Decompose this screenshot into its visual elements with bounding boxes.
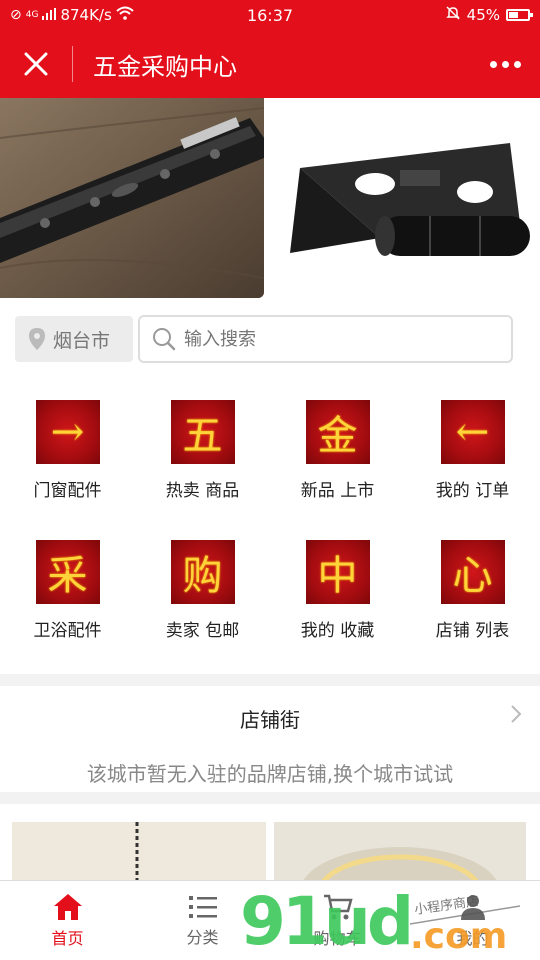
nav-home[interactable]: 首页: [0, 881, 135, 960]
drawer-slide-image: [0, 98, 264, 298]
status-right: 45%: [360, 5, 533, 25]
grid-item-door-window-parts[interactable]: → 门窗配件: [0, 384, 135, 514]
grid-item-label: 店铺 列表: [435, 621, 510, 641]
watermark-logo: 91ud .com 小程序商店: [240, 883, 530, 960]
grid-item-new-arrivals[interactable]: 金 新品 上市: [270, 384, 405, 514]
clock: 16:37: [246, 5, 294, 25]
search-input[interactable]: [184, 328, 484, 350]
city-selector[interactable]: 烟台市: [15, 316, 133, 362]
list-icon: [188, 895, 217, 918]
shop-street-section[interactable]: 店铺街 该城市暂无入驻的品牌店铺,换个城市试试: [0, 686, 540, 792]
purchase-glyph-icon: 采: [35, 540, 100, 604]
city-name: 烟台市: [53, 329, 111, 352]
grid-item-label: 门窗配件: [33, 481, 102, 501]
more-dot-icon: [513, 60, 521, 68]
nav-category-label: 分类: [186, 927, 219, 947]
wifi-icon: [116, 6, 134, 24]
close-button[interactable]: [0, 30, 72, 98]
grid-item-free-shipping[interactable]: 购 卖家 包邮: [135, 524, 270, 654]
page-title: 五金采购中心: [93, 52, 237, 81]
center-glyph-icon: 中: [305, 540, 370, 604]
signal-icon: [42, 6, 57, 24]
banner-carousel[interactable]: [0, 98, 540, 298]
more-button[interactable]: [470, 30, 540, 98]
more-dot-icon: [489, 60, 497, 68]
grid-item-my-orders[interactable]: ← 我的 订单: [405, 384, 540, 514]
search-icon: [153, 328, 176, 351]
pendant-lamp-image: [12, 822, 266, 882]
grid-item-label: 我的 收藏: [300, 621, 375, 641]
more-dot-icon: [501, 60, 509, 68]
hinge-image: [270, 98, 540, 298]
status-bar: ⊘ 4G 874K/s 16:37 45%: [0, 0, 540, 30]
product-card[interactable]: [12, 822, 266, 882]
net-speed: 874K/s: [60, 6, 112, 24]
grid-item-label: 卖家 包邮: [165, 621, 240, 641]
grid-item-shop-list[interactable]: 心 店铺 列表: [405, 524, 540, 654]
mute-bell-icon: [445, 5, 461, 25]
no-disturb-icon: ⊘: [10, 7, 22, 23]
five-glyph-icon: 五: [170, 400, 235, 464]
grid-item-label: 新品 上市: [300, 481, 375, 501]
banner-slide-hinge[interactable]: [270, 98, 540, 298]
title-divider: [72, 46, 73, 82]
battery-icon: [506, 9, 533, 21]
svg-text:91ud: 91ud: [240, 886, 410, 956]
grid-item-my-favorites[interactable]: 中 我的 收藏: [270, 524, 405, 654]
heart-glyph-icon: 心: [440, 540, 505, 604]
grid-item-bathroom-parts[interactable]: 采 卫浴配件: [0, 524, 135, 654]
network-type: 4G: [25, 10, 39, 20]
close-icon: [24, 52, 48, 76]
search-area: 烟台市: [0, 298, 540, 384]
battery-percent: 45%: [466, 6, 500, 24]
banner-slide-drawer-slide[interactable]: [0, 98, 264, 298]
category-grid: → 门窗配件 五 热卖 商品 金 新品 上市 ← 我的 订单 采 卫浴配件 购 …: [0, 384, 540, 674]
watermark-logo-image: 91ud .com 小程序商店: [240, 883, 521, 960]
grid-item-label: 我的 订单: [435, 481, 510, 501]
location-pin-icon: [29, 328, 45, 350]
grid-item-label: 卫浴配件: [33, 621, 102, 641]
status-left: ⊘ 4G 874K/s: [10, 6, 180, 24]
left-arrow-icon: ←: [440, 400, 505, 464]
gold-glyph-icon: 金: [305, 400, 370, 464]
search-box[interactable]: [138, 315, 513, 363]
home-icon: [53, 893, 82, 920]
product-list: [0, 804, 540, 937]
ceiling-lamp-image: [274, 822, 526, 937]
shop-street-title: 店铺街: [240, 708, 300, 732]
shop-empty-message: 该城市暂无入驻的品牌店铺,换个城市试试: [86, 762, 454, 786]
grid-item-hot-products[interactable]: 五 热卖 商品: [135, 384, 270, 514]
buy-glyph-icon: 购: [170, 540, 235, 604]
title-bar: 五金采购中心: [0, 30, 540, 98]
chevron-right-icon[interactable]: [510, 704, 522, 730]
nav-home-label: 首页: [51, 928, 84, 948]
grid-item-label: 热卖 商品: [165, 481, 240, 501]
product-card[interactable]: [274, 822, 526, 937]
right-arrow-icon: →: [35, 400, 100, 464]
